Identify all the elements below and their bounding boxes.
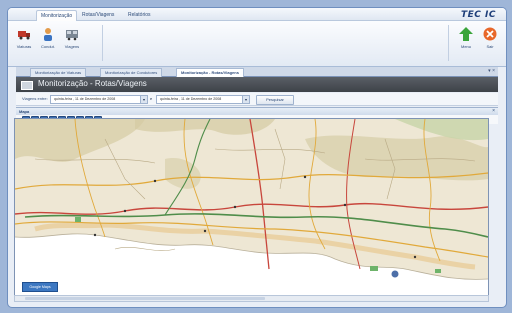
viagens-label: Viagens xyxy=(64,44,80,49)
filter-label: Viagens entre: xyxy=(22,96,48,101)
monitor-icon xyxy=(21,81,33,90)
ribbon-divider xyxy=(448,25,449,61)
menu-button[interactable]: Menu xyxy=(454,25,478,59)
chevron-down-icon[interactable]: ▾ xyxy=(242,96,249,103)
tab-relatorios[interactable]: Relatórios xyxy=(124,10,155,20)
panel-title-bar: Monitorização - Rotas/Viagens xyxy=(16,77,498,92)
date-to-value: quinta-feira , 11 de Dezembro de 2008 xyxy=(160,97,222,101)
viaturas-label: Viaturas xyxy=(16,44,32,49)
company-logo: TEC IC xyxy=(461,10,496,20)
condutores-button[interactable]: Condut. xyxy=(36,25,60,59)
driver-icon xyxy=(44,28,52,41)
exit-button[interactable]: Sair xyxy=(478,25,502,59)
viagens-button[interactable]: Viagens xyxy=(60,25,84,59)
date-from-value: quinta-feira , 11 de Dezembro de 2008 xyxy=(54,97,116,101)
map-canvas[interactable] xyxy=(15,119,488,295)
document-tab-bar: Monitorização de Viaturas Monitorização … xyxy=(16,67,498,77)
close-icon[interactable]: × xyxy=(492,108,495,114)
panel-title: Monitorização - Rotas/Viagens xyxy=(38,79,147,88)
search-button[interactable]: Pesquisar xyxy=(256,95,294,105)
filter-separator: e xyxy=(150,96,153,101)
google-maps-badge: Google Maps xyxy=(22,282,58,292)
green-up-arrow-icon xyxy=(459,27,473,41)
condutores-label: Condut. xyxy=(40,44,55,49)
viaturas-button[interactable]: Viaturas xyxy=(12,25,36,59)
exit-label: Sair xyxy=(486,44,494,49)
map-panel-title: Mapa xyxy=(19,109,30,114)
close-tab-icon[interactable]: ▾ × xyxy=(488,67,495,76)
ribbon: Viaturas Condut. Viagens Menu Sair xyxy=(8,21,506,67)
tab-monitorizacao-rotas[interactable]: Monitorização - Rotas/Viagens xyxy=(176,68,244,77)
tab-rotas-viagens[interactable]: Rotas/Viagens xyxy=(78,10,118,20)
exit-icon xyxy=(483,27,497,41)
chevron-down-icon[interactable]: ▾ xyxy=(140,96,147,103)
ribbon-tab-bar: Monitorização Rotas/Viagens Relatórios T… xyxy=(8,8,506,21)
map-view[interactable] xyxy=(14,118,489,296)
truck-icon xyxy=(18,31,30,40)
tab-monitorizacao-condutores[interactable]: Monitorização de Condutores xyxy=(100,68,163,77)
scrollbar-thumb[interactable] xyxy=(25,297,265,300)
filter-bar: Viagens entre: quinta-feira , 11 de Deze… xyxy=(16,93,498,106)
trip-icon xyxy=(66,30,78,41)
tab-monitorizacao[interactable]: Monitorização xyxy=(36,10,78,21)
tab-monitorizacao-viaturas[interactable]: Monitorização de Viaturas xyxy=(30,68,87,77)
ribbon-divider xyxy=(102,25,103,61)
date-from-picker[interactable]: quinta-feira , 11 de Dezembro de 2008 ▾ xyxy=(50,95,148,104)
map-horizontal-scrollbar[interactable] xyxy=(14,295,489,302)
date-to-picker[interactable]: quinta-feira , 11 de Dezembro de 2008 ▾ xyxy=(156,95,250,104)
menu-label: Menu xyxy=(460,44,471,49)
